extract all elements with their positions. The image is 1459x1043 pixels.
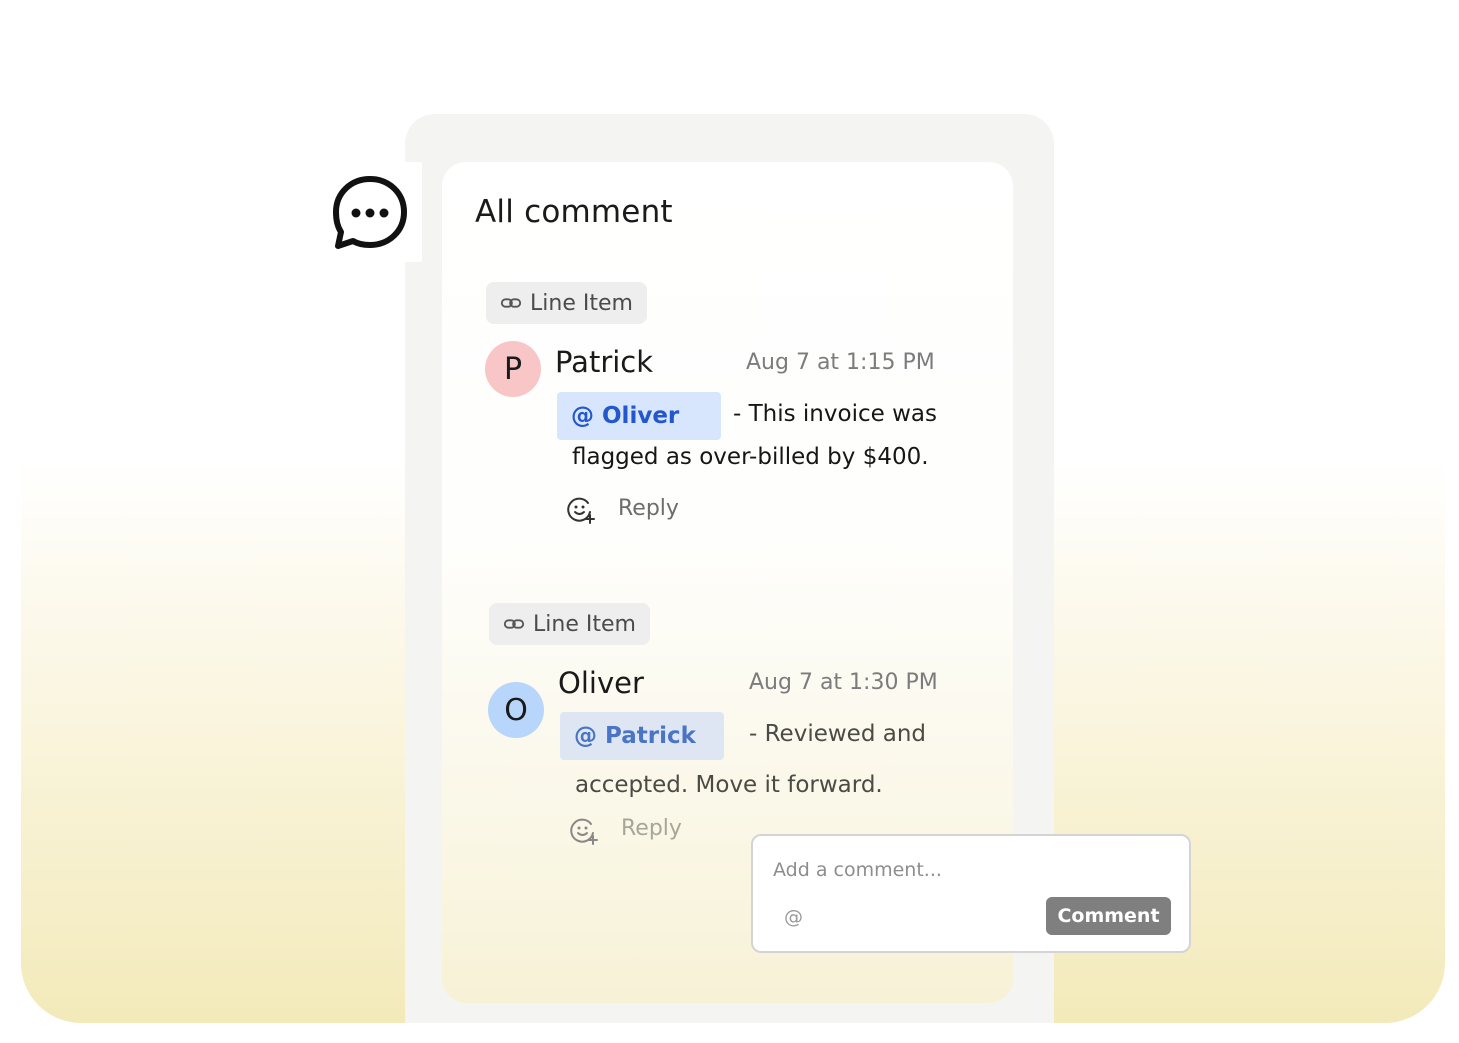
comment-text-line-2: flagged as over-billed by $400. [572, 444, 929, 470]
reply-button[interactable]: Reply [618, 496, 679, 521]
chat-bubble-ellipsis-icon[interactable] [330, 173, 410, 253]
comment-author: Patrick [555, 345, 654, 379]
link-icon [500, 298, 522, 308]
comment-author: Oliver [558, 666, 644, 700]
avatar: P [485, 341, 541, 397]
comment-composer: @ Comment [751, 834, 1191, 953]
panel-title: All comment [475, 194, 673, 230]
comment-text-line-2: accepted. Move it forward. [575, 772, 883, 798]
line-item-tag[interactable]: Line Item [486, 282, 647, 324]
stage: All comment Line Item P Patrick Aug 7 at… [0, 0, 1459, 1043]
emoji-add-icon[interactable] [569, 816, 599, 846]
mention-chip[interactable]: @ Patrick [560, 712, 724, 760]
line-item-tag[interactable]: Line Item [489, 603, 650, 645]
avatar: O [488, 682, 544, 738]
comment-timestamp: Aug 7 at 1:15 PM [746, 350, 935, 375]
comment-text-line-1: - Reviewed and [749, 721, 927, 747]
comment-input[interactable] [773, 856, 1153, 884]
comment-timestamp: Aug 7 at 1:30 PM [749, 670, 938, 695]
comment-text-line-1: - This invoice was [733, 401, 937, 427]
reply-button[interactable]: Reply [621, 816, 682, 841]
link-icon [503, 619, 525, 629]
emoji-add-icon[interactable] [566, 495, 596, 525]
mention-chip[interactable]: @ Oliver [557, 392, 721, 440]
line-item-tag-label: Line Item [533, 611, 636, 637]
line-item-tag-label: Line Item [530, 290, 633, 316]
mention-button[interactable]: @ [784, 906, 803, 928]
comment-submit-button[interactable]: Comment [1046, 897, 1171, 935]
